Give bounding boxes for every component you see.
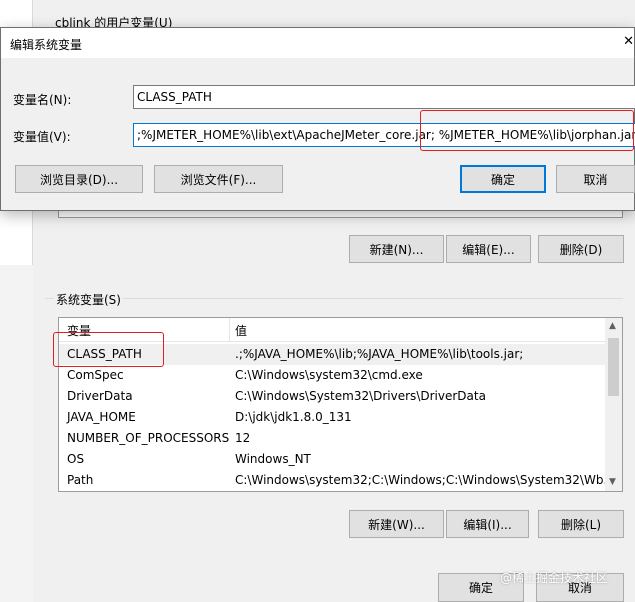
table-row[interactable]: NUMBER_OF_PROCESSORS 12 [59, 428, 606, 449]
variable-value-label: 变量值(V): [13, 130, 71, 144]
variable-value-input[interactable]: ;%JMETER_HOME%\lib\ext\ApacheJMeter_core… [133, 123, 635, 147]
dialog-ok-button[interactable]: 确定 [460, 165, 546, 193]
column-header-value[interactable]: 值 [235, 322, 247, 339]
user-new-button[interactable]: 新建(N)... [349, 235, 444, 263]
list-header: 变量 值 [59, 318, 606, 342]
row-name: DriverData [67, 389, 133, 403]
browse-file-button[interactable]: 浏览文件(F)... [154, 165, 283, 193]
system-variables-group-border [45, 298, 623, 299]
scroll-up-icon[interactable]: ▲ [609, 321, 616, 331]
system-variables-group-label: 系统变量(S) [54, 291, 123, 308]
row-name: OS [67, 452, 85, 466]
row-value: C:\Windows\System32\Drivers\DriverData [235, 389, 486, 403]
row-value: 12 [235, 431, 251, 445]
dialog-cancel-button[interactable]: 取消 [556, 165, 635, 193]
close-icon[interactable]: ✕ [623, 34, 634, 49]
dialog-title: 编辑系统变量 [10, 38, 83, 52]
table-row[interactable]: OS Windows_NT [59, 449, 606, 470]
system-delete-button[interactable]: 删除(L) [538, 510, 624, 538]
row-value: Windows_NT [235, 452, 311, 466]
system-edit-button[interactable]: 编辑(I)... [446, 510, 529, 538]
row-value: .;%JAVA_HOME%\lib;%JAVA_HOME%\lib\tools.… [235, 347, 524, 361]
table-row[interactable]: ComSpec C:\Windows\system32\cmd.exe [59, 365, 606, 386]
background-window-edge-lower [0, 265, 33, 602]
user-delete-button[interactable]: 删除(D) [538, 235, 624, 263]
table-row[interactable]: CLASS_PATH .;%JAVA_HOME%\lib;%JAVA_HOME%… [59, 344, 606, 365]
table-row[interactable]: JAVA_HOME D:\jdk\jdk1.8.0_131 [59, 407, 606, 428]
row-name: Path [67, 473, 94, 487]
row-name: NUMBER_OF_PROCESSORS [67, 431, 230, 445]
variable-name-input[interactable]: CLASS_PATH [133, 85, 635, 109]
table-row[interactable]: Path C:\Windows\system32;C:\Windows;C:\W… [59, 470, 606, 491]
row-name: CLASS_PATH [67, 347, 142, 361]
browse-directory-button[interactable]: 浏览目录(D)... [15, 165, 143, 193]
row-value: C:\Windows\system32;C:\Windows;C:\Window… [235, 473, 605, 487]
watermark: @稀土掘金技术社区 [500, 571, 609, 585]
scroll-down-icon[interactable]: ▼ [609, 477, 616, 487]
table-row[interactable]: DriverData C:\Windows\System32\Drivers\D… [59, 386, 606, 407]
user-edit-button[interactable]: 编辑(E)... [446, 235, 531, 263]
edit-system-variable-dialog: 编辑系统变量 ✕ 变量名(N): CLASS_PATH 变量值(V): ;%JM… [0, 27, 635, 211]
row-name: JAVA_HOME [67, 410, 136, 424]
column-header-variable[interactable]: 变量 [67, 322, 91, 339]
system-variables-list[interactable]: 变量 值 CLASS_PATH .;%JAVA_HOME%\lib;%JAVA_… [58, 317, 623, 492]
column-divider[interactable] [229, 318, 230, 342]
row-name: ComSpec [67, 368, 124, 382]
system-new-button[interactable]: 新建(W)... [349, 510, 444, 538]
row-value: D:\jdk\jdk1.8.0_131 [235, 410, 352, 424]
variable-name-label: 变量名(N): [13, 93, 72, 107]
scrollbar-thumb[interactable] [608, 338, 619, 396]
list-scrollbar[interactable]: ▲ ▼ [605, 318, 622, 491]
row-value: C:\Windows\system32\cmd.exe [235, 368, 423, 382]
dialog-titlebar[interactable]: 编辑系统变量 ✕ [1, 28, 634, 58]
